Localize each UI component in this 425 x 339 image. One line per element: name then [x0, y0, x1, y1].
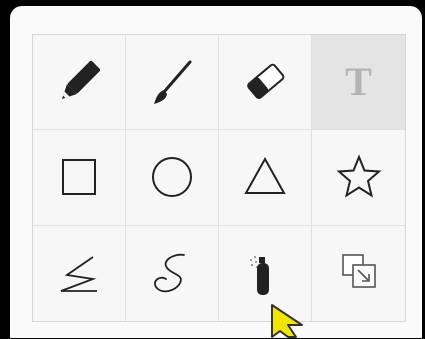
curve-icon — [154, 254, 185, 293]
eraser-tool-button[interactable] — [219, 35, 312, 131]
star-icon — [336, 154, 381, 199]
curve-tool-button[interactable] — [126, 225, 219, 321]
brush-icon — [154, 60, 192, 105]
ellipse-tool-button[interactable] — [126, 130, 219, 226]
triangle-icon — [244, 157, 286, 195]
rectangle-tool-button[interactable] — [33, 130, 126, 226]
bring-forward-icon — [341, 254, 376, 289]
arrange-tool-button[interactable] — [312, 225, 405, 321]
text-tool-button[interactable]: T — [312, 35, 405, 131]
eraser-icon — [247, 63, 285, 100]
triangle-tool-button[interactable] — [219, 130, 312, 226]
tool-grid: T — [32, 34, 406, 322]
circle-icon — [152, 157, 192, 198]
mouse-cursor-icon — [271, 304, 303, 338]
star-tool-button[interactable] — [312, 130, 405, 226]
square-icon — [62, 159, 96, 196]
brush-tool-button[interactable] — [126, 35, 219, 131]
text-icon: T — [345, 59, 372, 105]
polyline-tool-button[interactable] — [33, 225, 126, 321]
polyline-icon — [60, 256, 97, 293]
pencil-icon — [62, 61, 101, 100]
spray-can-icon — [250, 256, 269, 296]
pencil-tool-button[interactable] — [33, 35, 126, 131]
